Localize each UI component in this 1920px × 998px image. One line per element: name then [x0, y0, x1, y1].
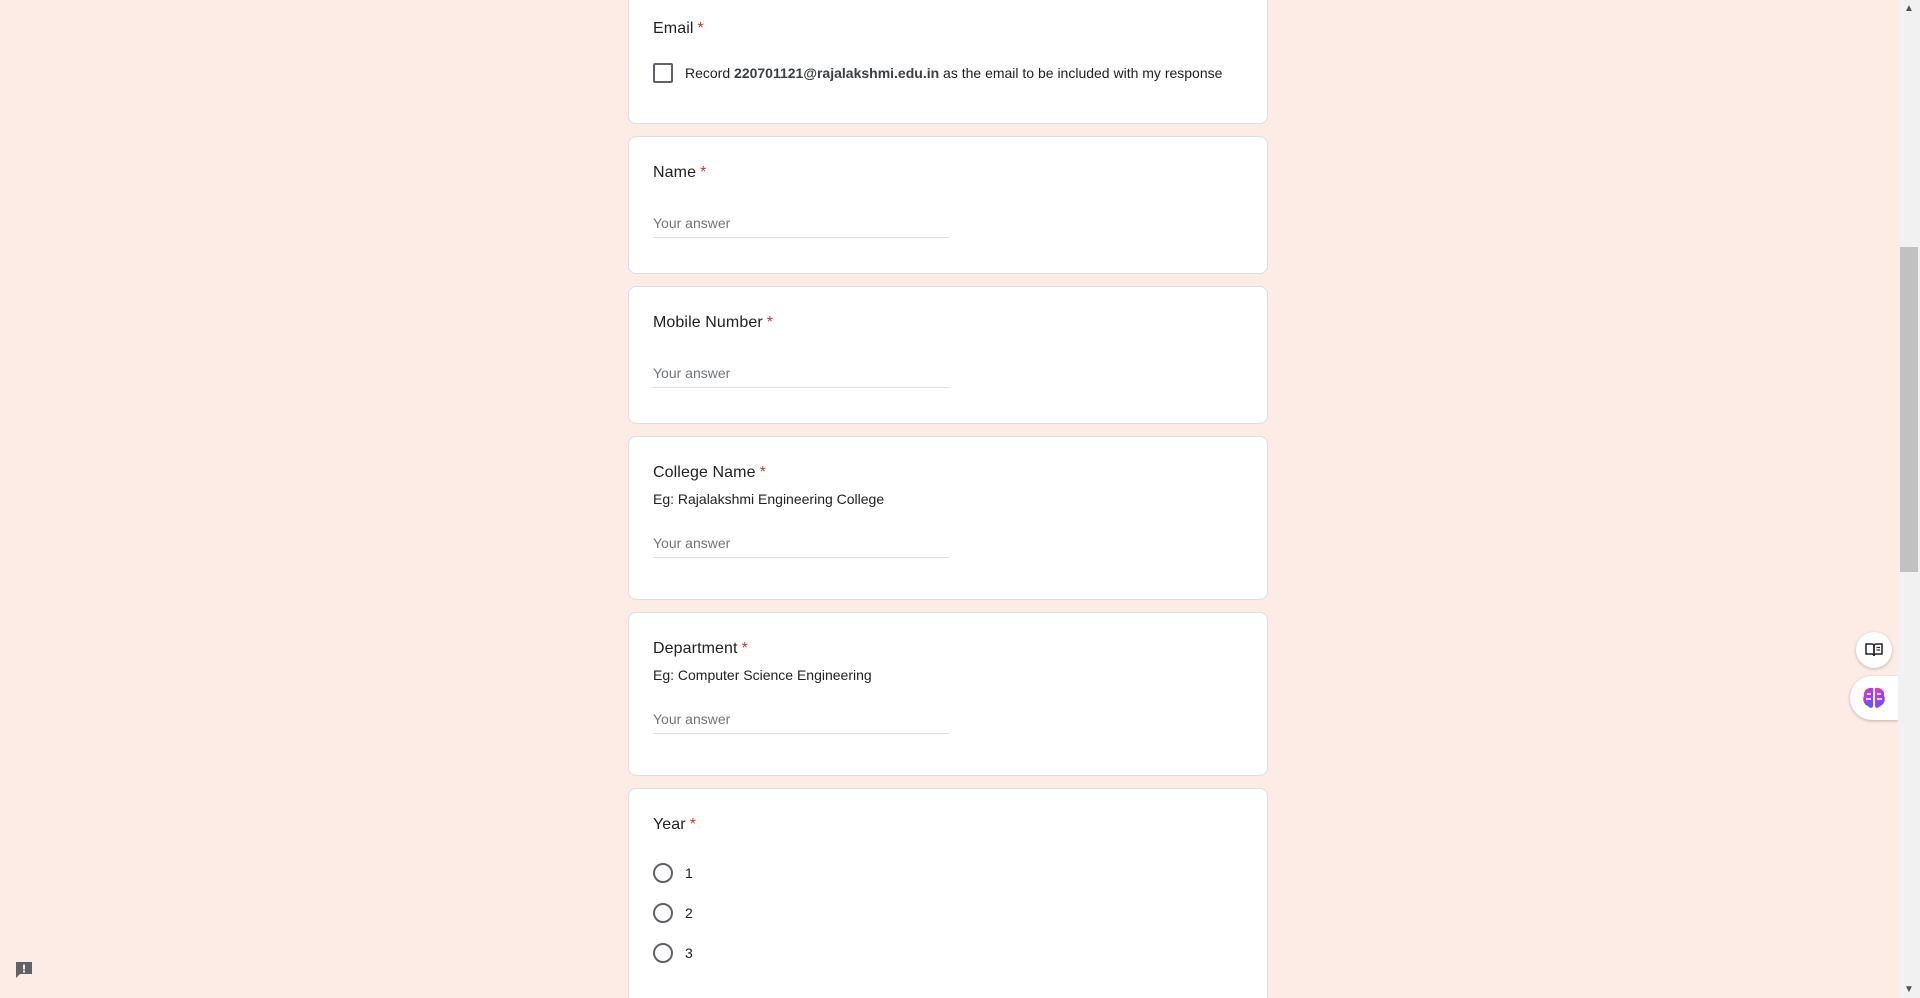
record-email-row[interactable]: Record 220701121@rajalakshmi.edu.in as t…: [653, 63, 1243, 83]
department-description: Eg: Computer Science Engineering: [653, 667, 872, 683]
required-asterisk: *: [697, 20, 704, 37]
year-title-text: Year: [653, 816, 686, 833]
year-option-3[interactable]: 3: [653, 933, 1243, 973]
required-asterisk: *: [759, 464, 766, 481]
year-option-2[interactable]: 2: [653, 893, 1243, 933]
year-radio-2[interactable]: [653, 903, 673, 923]
scroll-down-arrow-icon[interactable]: ▼: [1898, 981, 1920, 998]
record-suffix: as the email to be included with my resp…: [943, 65, 1223, 81]
year-question-title: Year *: [653, 813, 1243, 837]
department-title-text: Department: [653, 640, 738, 657]
college-card: College Name * Eg: Rajalakshmi Engineerin…: [628, 436, 1268, 600]
college-description: Eg: Rajalakshmi Engineering College: [653, 491, 885, 507]
report-problem-icon: [16, 962, 32, 978]
page: Email * Record 220701121@rajalakshmi.edu.…: [0, 0, 1920, 998]
required-asterisk: *: [766, 314, 774, 331]
record-email-address: 220701121@rajalakshmi.edu.in: [734, 65, 940, 81]
name-question-title: Name *: [653, 161, 1243, 185]
year-option-label: 3: [685, 945, 693, 961]
reader-mode-icon: [1865, 643, 1883, 657]
brain-extension-button[interactable]: [1850, 676, 1898, 720]
record-email-checkbox[interactable]: [653, 63, 673, 83]
email-question-title: Email *: [653, 17, 1243, 41]
mobile-question-title: Mobile Number *: [653, 311, 1243, 335]
name-title-text: Name: [653, 164, 697, 181]
department-card: Department * Eg: Computer Science Enginee…: [628, 612, 1268, 776]
brain-extension-icon: [1863, 687, 1885, 708]
college-title-text: College Name: [653, 464, 756, 481]
year-options: 1 2 3: [653, 853, 1243, 973]
mobile-number-input[interactable]: [653, 363, 949, 388]
record-email-label: Record 220701121@rajalakshmi.edu.in as t…: [685, 65, 1222, 81]
year-radio-3[interactable]: [653, 943, 673, 963]
year-option-label: 2: [685, 905, 693, 921]
mobile-card: Mobile Number *: [628, 286, 1268, 424]
email-card: Email * Record 220701121@rajalakshmi.edu.…: [628, 0, 1268, 124]
reader-mode-button[interactable]: [1856, 632, 1892, 668]
department-question-title: Department *: [653, 637, 1243, 661]
mobile-title-text: Mobile Number: [653, 314, 763, 331]
name-card: Name *: [628, 136, 1268, 274]
name-input[interactable]: [653, 213, 949, 238]
year-card: Year * 1 2 3: [628, 788, 1268, 998]
department-input[interactable]: [653, 709, 949, 734]
email-title-text: Email: [653, 20, 694, 37]
scroll-thumb[interactable]: [1900, 247, 1918, 572]
year-option-label: 1: [685, 865, 693, 881]
year-option-1[interactable]: 1: [653, 853, 1243, 893]
record-prefix: Record: [685, 65, 731, 81]
page-scrollbar[interactable]: ▲ ▼: [1898, 0, 1920, 998]
year-radio-1[interactable]: [653, 863, 673, 883]
form-column: Email * Record 220701121@rajalakshmi.edu.…: [628, 0, 1268, 998]
required-asterisk: *: [700, 164, 707, 181]
report-problem-button[interactable]: [13, 959, 35, 981]
college-question-title: College Name *: [653, 461, 1243, 485]
required-asterisk: *: [689, 816, 697, 833]
scroll-up-arrow-icon[interactable]: ▲: [1898, 0, 1920, 17]
college-name-input[interactable]: [653, 533, 949, 558]
required-asterisk: *: [741, 640, 748, 657]
